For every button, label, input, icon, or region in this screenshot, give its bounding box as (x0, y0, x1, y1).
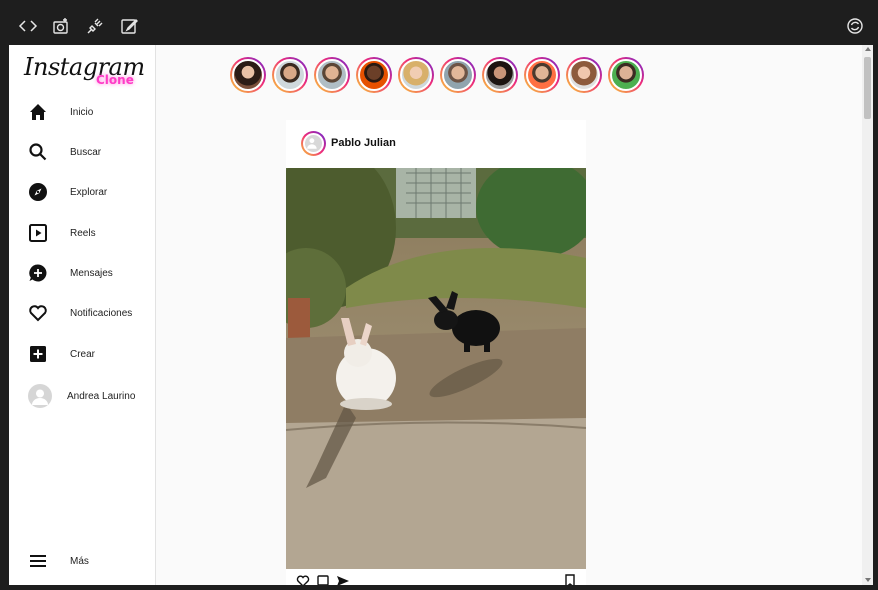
sidebar-item-label: Buscar (70, 146, 102, 158)
post-actions (286, 574, 586, 585)
logo-subtext: Clone (96, 73, 134, 87)
app-frame: Instagram Clone Inicio Buscar Explorar R… (9, 45, 873, 585)
like-icon[interactable] (296, 574, 310, 585)
bookmark-icon[interactable] (563, 574, 577, 585)
sidebar-item-buscar[interactable]: Buscar (9, 136, 156, 168)
sidebar-item-label: Andrea Laurino (67, 390, 136, 402)
top-toolbar (0, 0, 878, 45)
menu-icon (28, 551, 48, 571)
story-avatar[interactable] (230, 57, 266, 93)
scroll-down-arrow[interactable] (865, 578, 871, 582)
plus-square-icon (28, 344, 48, 364)
avatar-icon (28, 384, 52, 408)
sidebar-item-label: Notificaciones (70, 307, 133, 319)
story-avatar[interactable] (608, 57, 644, 93)
story-avatar[interactable] (398, 57, 434, 93)
stories-bar (230, 57, 650, 93)
post-header: Pablo Julian (286, 120, 586, 168)
sidebar-item-label: Más (70, 555, 89, 567)
sidebar-item-label: Mensajes (70, 267, 113, 279)
comment-icon[interactable] (316, 574, 330, 585)
sidebar-item-label: Crear (70, 348, 96, 360)
compass-icon (28, 182, 48, 202)
heart-icon (28, 303, 48, 323)
scroll-up-arrow[interactable] (865, 47, 871, 51)
post-avatar[interactable] (301, 131, 326, 156)
edit-icon[interactable] (119, 16, 139, 36)
logo[interactable]: Instagram Clone (24, 51, 149, 91)
scroll-thumb[interactable] (864, 57, 871, 119)
sidebar-item-reels[interactable]: Reels (9, 217, 156, 249)
story-avatar[interactable] (566, 57, 602, 93)
sidebar-item-notificaciones[interactable]: Notificaciones (9, 297, 156, 329)
feed-post: Pablo Julian (286, 120, 586, 585)
sidebar-item-profile[interactable]: Andrea Laurino (9, 380, 156, 412)
refresh-icon[interactable] (845, 16, 865, 36)
camera-icon[interactable] (51, 16, 71, 36)
story-avatar[interactable] (482, 57, 518, 93)
sidebar: Instagram Clone Inicio Buscar Explorar R… (9, 45, 156, 585)
post-username[interactable]: Pablo Julian (331, 137, 396, 149)
sidebar-item-label: Reels (70, 227, 96, 239)
scrollbar[interactable] (862, 45, 873, 585)
sidebar-item-mensajes[interactable]: Mensajes (9, 257, 156, 289)
plug-icon[interactable] (85, 16, 105, 36)
share-icon[interactable] (336, 574, 350, 585)
story-avatar[interactable] (272, 57, 308, 93)
message-icon (28, 263, 48, 283)
sidebar-item-label: Inicio (70, 106, 94, 118)
story-avatar[interactable] (314, 57, 350, 93)
reels-icon (28, 223, 48, 243)
story-avatar[interactable] (524, 57, 560, 93)
story-avatar[interactable] (356, 57, 392, 93)
sidebar-item-label: Explorar (70, 186, 108, 198)
sidebar-item-mas[interactable]: Más (9, 545, 156, 577)
post-image (286, 168, 586, 569)
sidebar-item-crear[interactable]: Crear (9, 338, 156, 370)
code-icon[interactable] (18, 16, 38, 36)
sidebar-item-inicio[interactable]: Inicio (9, 96, 156, 128)
search-icon (28, 142, 48, 162)
home-icon (28, 102, 48, 122)
sidebar-item-explorar[interactable]: Explorar (9, 176, 156, 208)
story-avatar[interactable] (440, 57, 476, 93)
